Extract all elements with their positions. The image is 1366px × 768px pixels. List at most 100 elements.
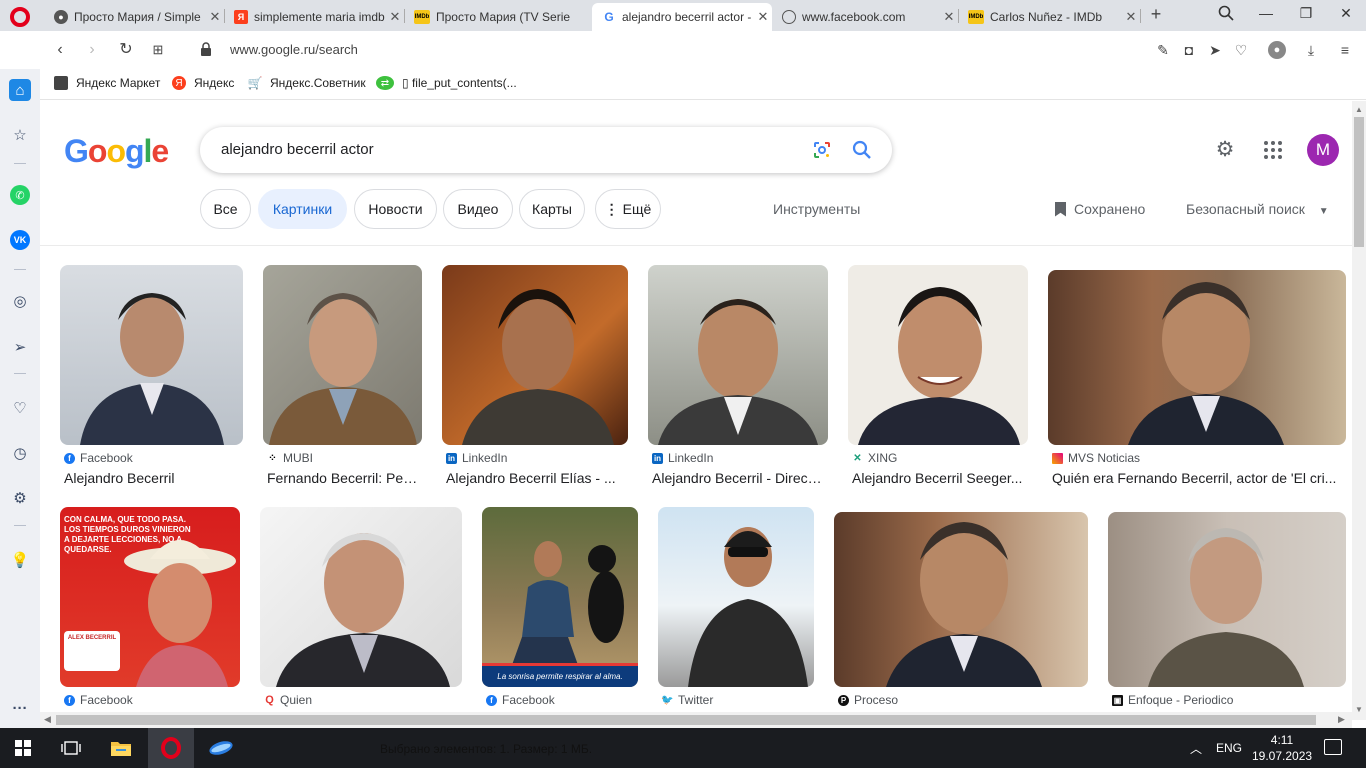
google-apps-icon[interactable] [1264,141,1282,159]
image-result[interactable]: in LinkedIn Alejandro Becerril - Directo… [648,265,828,505]
search-box[interactable]: alejandro becerril actor [200,127,892,173]
result-title[interactable]: Fernando Becerril: Películas... [267,470,418,486]
settings-gear-icon[interactable]: ⚙ [1214,139,1236,161]
bookmark-yandex[interactable]: Я Яндекс [172,76,234,90]
image-result[interactable]: MVS Noticias Quién era Fernando Becerril… [1048,265,1346,505]
language-indicator[interactable]: ENG [1216,741,1242,755]
windows-start-icon[interactable] [0,728,46,768]
send-icon[interactable]: ➢ [9,336,31,358]
more-icon[interactable]: ··· [9,697,31,719]
result-source[interactable]: ⁘ MUBI [267,451,313,465]
forward-icon[interactable]: › [82,40,102,60]
result-source[interactable]: Q Quien [264,693,312,707]
tab-2[interactable]: IMDb Просто Мария (TV Serie [404,3,590,31]
result-title[interactable]: Alejandro Becerril Elías - ... [446,470,622,486]
new-tab-button[interactable]: + [1146,4,1166,26]
result-thumbnail[interactable] [60,265,243,445]
result-thumbnail[interactable] [834,512,1088,687]
home-icon[interactable]: ⌂ [9,79,31,101]
tab-0[interactable]: ● Просто Мария / Simple ✕ [44,3,224,31]
image-result[interactable]: P Proceso [834,507,1088,712]
file-explorer-icon[interactable] [98,728,144,768]
image-result[interactable]: ✕ XING Alejandro Becerril Seeger... [848,265,1028,505]
horizontal-scroll-thumb[interactable] [56,715,1316,725]
minimize-icon[interactable]: — [1256,5,1276,25]
bookmark-file-put-contents[interactable]: ⇄ ▯ file_put_contents(... [376,76,517,90]
chip-maps[interactable]: Карты [519,189,585,229]
restore-icon[interactable]: ❐ [1296,5,1316,25]
google-lens-icon[interactable] [812,140,832,160]
url-field[interactable]: www.google.ru/search [230,42,358,57]
tips-icon[interactable]: 💡 [9,549,31,571]
close-window-icon[interactable]: ✕ [1336,5,1356,25]
reload-icon[interactable]: ↻ [116,40,136,60]
star-icon[interactable]: ☆ [9,124,31,146]
whatsapp-icon[interactable]: ✆ [10,185,30,205]
search-input[interactable]: alejandro becerril actor [221,141,374,158]
result-thumbnail[interactable] [1108,512,1346,687]
bookmark-yandex-market[interactable]: Яндекс Маркет [54,76,160,90]
opera-menu-icon[interactable] [10,7,30,27]
chip-news[interactable]: Новости [354,189,437,229]
account-avatar[interactable]: M [1307,134,1339,166]
scroll-left-icon[interactable]: ◀ [44,714,51,725]
result-title[interactable]: Alejandro Becerril [64,470,239,486]
opera-taskbar-icon[interactable] [148,728,194,768]
result-thumbnail[interactable] [658,507,814,687]
profile-icon[interactable]: ● [1268,41,1286,59]
edit-icon[interactable]: ✎ [1154,41,1172,59]
tab-3-active[interactable]: G alejandro becerril actor - ✕ [592,3,772,31]
player-icon[interactable]: ◎ [9,290,31,312]
tools-button[interactable]: Инструменты [773,201,860,217]
image-result[interactable]: La sonrisa permite respirar al alma. f F… [482,507,638,712]
close-icon[interactable]: ✕ [1122,9,1140,25]
chip-more[interactable]: ⋮ Ещё [595,189,661,229]
horizontal-scrollbar[interactable]: ◀ ▶ [40,712,1352,728]
tab-5[interactable]: IMDb Carlos Nuñez - IMDb ✕ [958,3,1140,31]
history-icon[interactable]: ◷ [9,442,31,464]
result-thumbnail[interactable] [1048,270,1346,445]
app-taskbar-icon[interactable] [198,728,244,768]
tab-4[interactable]: www.facebook.com ✕ [772,3,958,31]
image-result[interactable]: in LinkedIn Alejandro Becerril Elías - .… [442,265,628,505]
back-icon[interactable]: ‹ [50,40,70,60]
google-logo[interactable]: Google [64,133,169,170]
result-source[interactable]: f Facebook [64,693,133,707]
scroll-down-icon[interactable]: ▼ [1355,705,1363,714]
send-icon[interactable]: ➤ [1206,41,1224,59]
image-result[interactable]: CON CALMA, QUE TODO PASA. LOS TIEMPOS DU… [60,507,240,712]
result-source[interactable]: 🐦 Twitter [661,693,713,707]
settings-icon[interactable]: ⚙ [9,487,31,509]
result-thumbnail[interactable] [648,265,828,445]
notifications-icon[interactable] [1324,739,1342,755]
result-source[interactable]: ✕ XING [852,451,897,465]
result-thumbnail[interactable]: La sonrisa permite respirar al alma. [482,507,638,687]
result-source[interactable]: in LinkedIn [446,451,507,465]
result-title[interactable]: Alejandro Becerril - Director... [652,470,824,486]
menu-icon[interactable]: ≡ [1336,41,1354,59]
result-title[interactable]: Quién era Fernando Becerril, actor de 'E… [1052,470,1340,486]
result-thumbnail[interactable] [263,265,422,445]
result-source[interactable]: f Facebook [486,693,555,707]
image-result[interactable]: Q Quien [260,507,462,712]
chip-video[interactable]: Видео [443,189,513,229]
tab-search-icon[interactable] [1216,5,1236,25]
task-view-icon[interactable] [48,728,94,768]
image-result[interactable]: ⁘ MUBI Fernando Becerril: Películas... [263,265,422,505]
safe-search-dropdown[interactable]: Безопасный поиск ▼ [1186,201,1329,217]
heart-icon[interactable]: ♡ [1232,41,1250,59]
result-title[interactable]: Alejandro Becerril Seeger... [852,470,1024,486]
image-result[interactable]: ▣ Enfoque - Periodico [1108,507,1346,712]
chip-all[interactable]: Все [200,189,251,229]
vertical-scroll-thumb[interactable] [1354,117,1364,247]
search-icon[interactable] [852,140,872,160]
close-icon[interactable]: ✕ [940,9,958,25]
scroll-right-icon[interactable]: ▶ [1338,714,1345,725]
download-icon[interactable]: ⤓ [1302,41,1320,59]
tabs-overview-icon[interactable]: ⊞ [148,40,168,60]
image-result[interactable]: 🐦 Twitter [658,507,814,712]
result-source[interactable]: P Proceso [838,693,898,707]
result-source[interactable]: MVS Noticias [1052,451,1140,465]
result-thumbnail[interactable] [848,265,1028,445]
tab-1[interactable]: Я simplemente maria imdb ✕ [224,3,404,31]
